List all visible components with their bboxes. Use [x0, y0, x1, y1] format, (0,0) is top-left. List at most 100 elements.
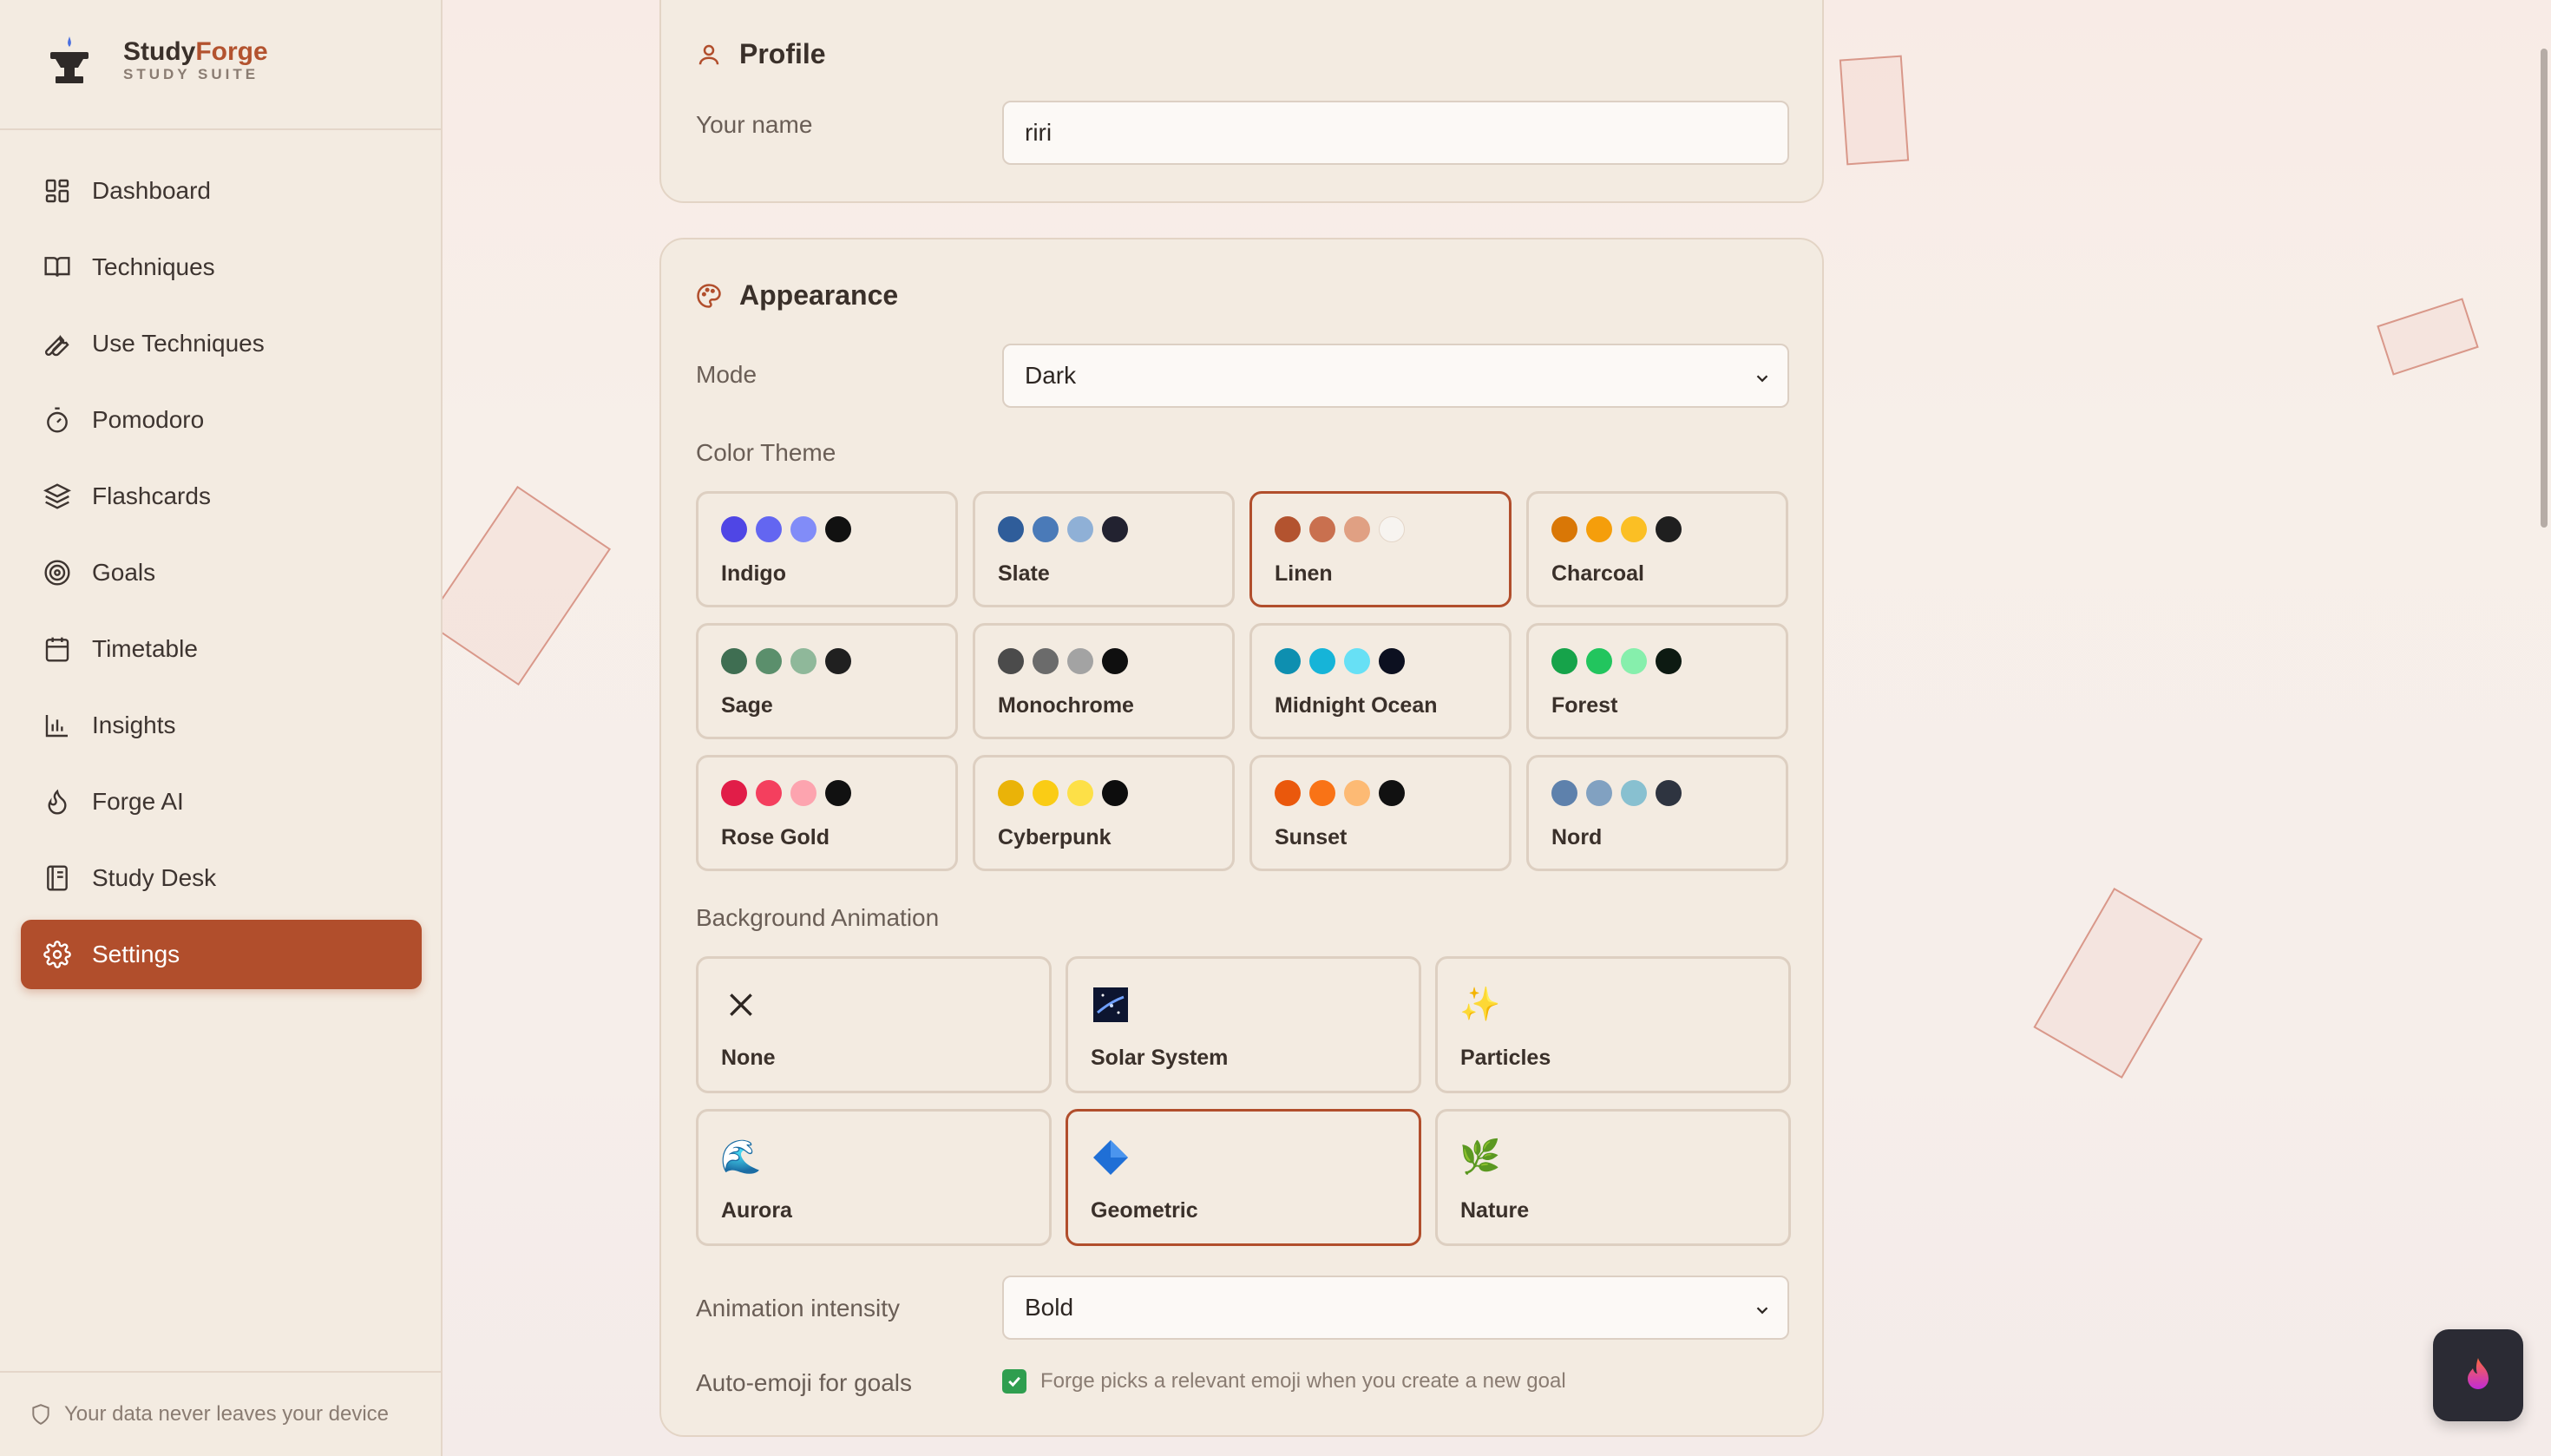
sidebar-item-timetable[interactable]: Timetable: [21, 614, 422, 684]
theme-option-cyberpunk[interactable]: Cyberpunk: [973, 755, 1235, 871]
theme-option-monochrome[interactable]: Monochrome: [973, 623, 1235, 739]
theme-option-indigo[interactable]: Indigo: [696, 491, 958, 607]
color-swatch: [721, 780, 747, 806]
color-swatch: [790, 516, 816, 542]
animation-option-aurora[interactable]: 🌊 Aurora: [696, 1109, 1052, 1246]
theme-name: Midnight Ocean: [1275, 693, 1438, 718]
layers-icon: [42, 481, 73, 512]
notebook-icon: [42, 862, 73, 894]
theme-option-linen[interactable]: Linen: [1249, 491, 1512, 607]
color-swatch: [1309, 648, 1335, 674]
mode-label: Mode: [696, 361, 757, 388]
theme-name: Sage: [721, 693, 773, 718]
theme-name: Slate: [998, 561, 1050, 586]
brand-name: StudyForge: [123, 37, 268, 66]
color-swatch: [1309, 780, 1335, 806]
color-swatch: [1344, 780, 1370, 806]
sidebar-item-pomodoro[interactable]: Pomodoro: [21, 385, 422, 455]
user-icon: [696, 40, 725, 69]
sidebar-item-forge-ai[interactable]: Forge AI: [21, 767, 422, 836]
sidebar-item-insights[interactable]: Insights: [21, 691, 422, 760]
color-swatch: [1067, 648, 1093, 674]
sidebar-item-label: Use Techniques: [92, 330, 265, 357]
theme-swatches: [1275, 516, 1413, 542]
grid-icon: [42, 175, 73, 207]
theme-option-charcoal[interactable]: Charcoal: [1526, 491, 1788, 607]
auto-emoji-checkbox[interactable]: [1002, 1369, 1026, 1394]
animation-option-particles[interactable]: ✨ Particles: [1435, 956, 1791, 1093]
scrollbar-thumb[interactable]: [2541, 49, 2548, 528]
color-swatch: [1102, 780, 1128, 806]
color-swatch: [1551, 780, 1577, 806]
animation-name: Solar System: [1091, 1046, 1229, 1070]
theme-name: Charcoal: [1551, 561, 1644, 586]
name-input-value: riri: [1025, 119, 1053, 146]
color-swatch: [1275, 648, 1301, 674]
sidebar-item-study-desk[interactable]: Study Desk: [21, 843, 422, 913]
theme-swatches: [721, 780, 860, 806]
profile-card: Profile Your name riri: [659, 0, 1824, 203]
auto-emoji-label: Auto-emoji for goals: [696, 1369, 913, 1396]
sidebar-item-dashboard[interactable]: Dashboard: [21, 156, 422, 226]
color-swatch: [1344, 648, 1370, 674]
color-swatch: [1586, 648, 1612, 674]
animation-option-none[interactable]: None: [696, 956, 1052, 1093]
intensity-select[interactable]: Bold: [1002, 1276, 1789, 1340]
color-theme-label: Color Theme: [696, 439, 836, 466]
theme-name: Sunset: [1275, 825, 1348, 849]
color-swatch: [1656, 780, 1682, 806]
animation-name: Nature: [1460, 1198, 1530, 1223]
anvil-logo-icon: [45, 35, 94, 87]
theme-name: Forest: [1551, 693, 1618, 718]
decorative-shape: [2033, 887, 2203, 1079]
sidebar-item-settings[interactable]: Settings: [21, 920, 422, 989]
wave-icon: 🌊: [720, 1139, 762, 1176]
sidebar-item-techniques[interactable]: Techniques: [21, 233, 422, 302]
mode-select[interactable]: Dark: [1002, 344, 1789, 408]
decorative-shape: [2377, 298, 2479, 376]
appearance-title-text: Appearance: [739, 279, 899, 311]
theme-option-slate[interactable]: Slate: [973, 491, 1235, 607]
animation-name: Particles: [1460, 1046, 1551, 1070]
animation-option-solar-system[interactable]: Solar System: [1066, 956, 1421, 1093]
sidebar-item-label: Timetable: [92, 635, 198, 662]
chevron-down-icon: [1753, 366, 1772, 394]
theme-option-midnight-ocean[interactable]: Midnight Ocean: [1249, 623, 1512, 739]
color-swatch: [756, 516, 782, 542]
theme-option-forest[interactable]: Forest: [1526, 623, 1788, 739]
theme-option-sunset[interactable]: Sunset: [1249, 755, 1512, 871]
animation-option-geometric[interactable]: Geometric: [1066, 1109, 1421, 1246]
sidebar-item-goals[interactable]: Goals: [21, 538, 422, 607]
herb-icon: 🌿: [1459, 1139, 1501, 1176]
theme-swatches: [1275, 780, 1413, 806]
sidebar-item-label: Dashboard: [92, 177, 211, 204]
sidebar-item-flashcards[interactable]: Flashcards: [21, 462, 422, 531]
appearance-title: Appearance: [696, 279, 898, 312]
name-input[interactable]: riri: [1002, 101, 1789, 165]
color-swatch: [721, 516, 747, 542]
theme-option-nord[interactable]: Nord: [1526, 755, 1788, 871]
theme-option-rose-gold[interactable]: Rose Gold: [696, 755, 958, 871]
color-swatch: [1309, 516, 1335, 542]
color-swatch: [825, 516, 851, 542]
calendar-icon: [42, 633, 73, 665]
color-swatch: [825, 780, 851, 806]
profile-title-text: Profile: [739, 38, 826, 69]
sidebar-item-use-techniques[interactable]: Use Techniques: [21, 309, 422, 378]
brand[interactable]: StudyForge STUDY SUITE: [45, 35, 268, 87]
color-swatch: [1551, 648, 1577, 674]
profile-title: Profile: [696, 38, 826, 70]
galaxy-icon: [1091, 985, 1131, 1025]
sidebar-item-label: Study Desk: [92, 864, 217, 891]
color-swatch: [825, 648, 851, 674]
color-swatch: [1586, 780, 1612, 806]
theme-option-sage[interactable]: Sage: [696, 623, 958, 739]
animation-option-nature[interactable]: 🌿 Nature: [1435, 1109, 1791, 1246]
forge-ai-fab[interactable]: [2433, 1329, 2523, 1421]
auto-emoji-description: Forge picks a relevant emoji when you cr…: [1040, 1369, 1566, 1393]
background-animation-label: Background Animation: [696, 904, 940, 931]
color-swatch: [1621, 516, 1647, 542]
color-swatch: [1275, 516, 1301, 542]
appearance-card: Appearance Mode Dark Color Theme Indigo S…: [659, 238, 1824, 1437]
color-swatch: [1033, 648, 1059, 674]
